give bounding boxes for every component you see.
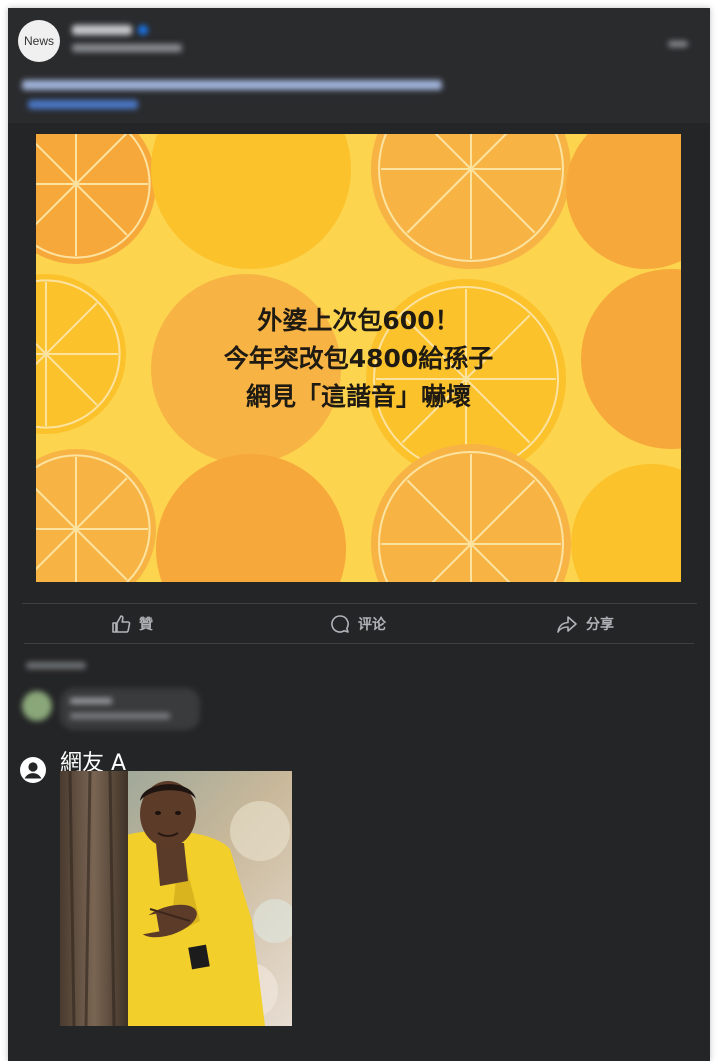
like-button[interactable]: 贊 [111,613,153,635]
thumbs-up-icon [112,615,131,633]
share-button[interactable]: 分享 [556,613,614,635]
orange-circle [151,134,351,269]
reply-meme-image[interactable] [60,771,292,1026]
post-image[interactable]: 外婆上次包600！ 今年突改包4800給孫子 網見「這諧音」嚇壞 [36,134,681,582]
post-timestamp-blurred[interactable] [72,44,182,52]
facebook-post-card: News 外婆上次包600！ 今年突改包4800給孫子 網見「這諧音」嚇壞 贊 … [8,8,710,1061]
orange-circle [571,464,681,582]
user-avatar-icon[interactable] [20,757,46,783]
headline-line-3: 網見「這諧音」嚇壞 [245,382,471,411]
headline-line-1: 外婆上次包600！ [257,306,460,335]
share-label: 分享 [586,617,614,633]
commenter-avatar[interactable] [22,691,52,721]
comment-label: 评论 [358,617,386,633]
verified-badge-icon [138,25,148,35]
orange-circle [156,454,346,582]
orange-circle [566,134,681,269]
post-link-blurred[interactable] [28,100,138,109]
like-label: 贊 [139,617,153,633]
actions-bottom-divider [24,643,694,644]
actions-top-divider [22,603,697,604]
post-header: News [8,8,710,123]
comment-bubble-icon [331,615,349,633]
comment-text-blurred [70,713,170,719]
commenter-name-blurred[interactable] [70,698,112,704]
meme-man-peeking-picture [60,771,292,1026]
post-caption-blurred [22,80,442,90]
comment-bubble-blurred [60,688,200,730]
share-arrow-icon [557,616,577,633]
comment-button[interactable]: 评论 [330,613,386,635]
more-options-icon[interactable] [668,41,688,47]
page-avatar[interactable]: News [18,20,60,62]
comment-sort-dropdown[interactable] [26,662,86,669]
page-avatar-label: News [23,34,54,48]
page-name-blurred[interactable] [72,25,132,35]
orange-circle [36,449,156,582]
headline-line-2: 今年突改包4800給孫子 [223,344,494,373]
image-headline: 外婆上次包600！ 今年突改包4800給孫子 網見「這諧音」嚇壞 [36,302,681,416]
orange-circle [36,134,156,264]
